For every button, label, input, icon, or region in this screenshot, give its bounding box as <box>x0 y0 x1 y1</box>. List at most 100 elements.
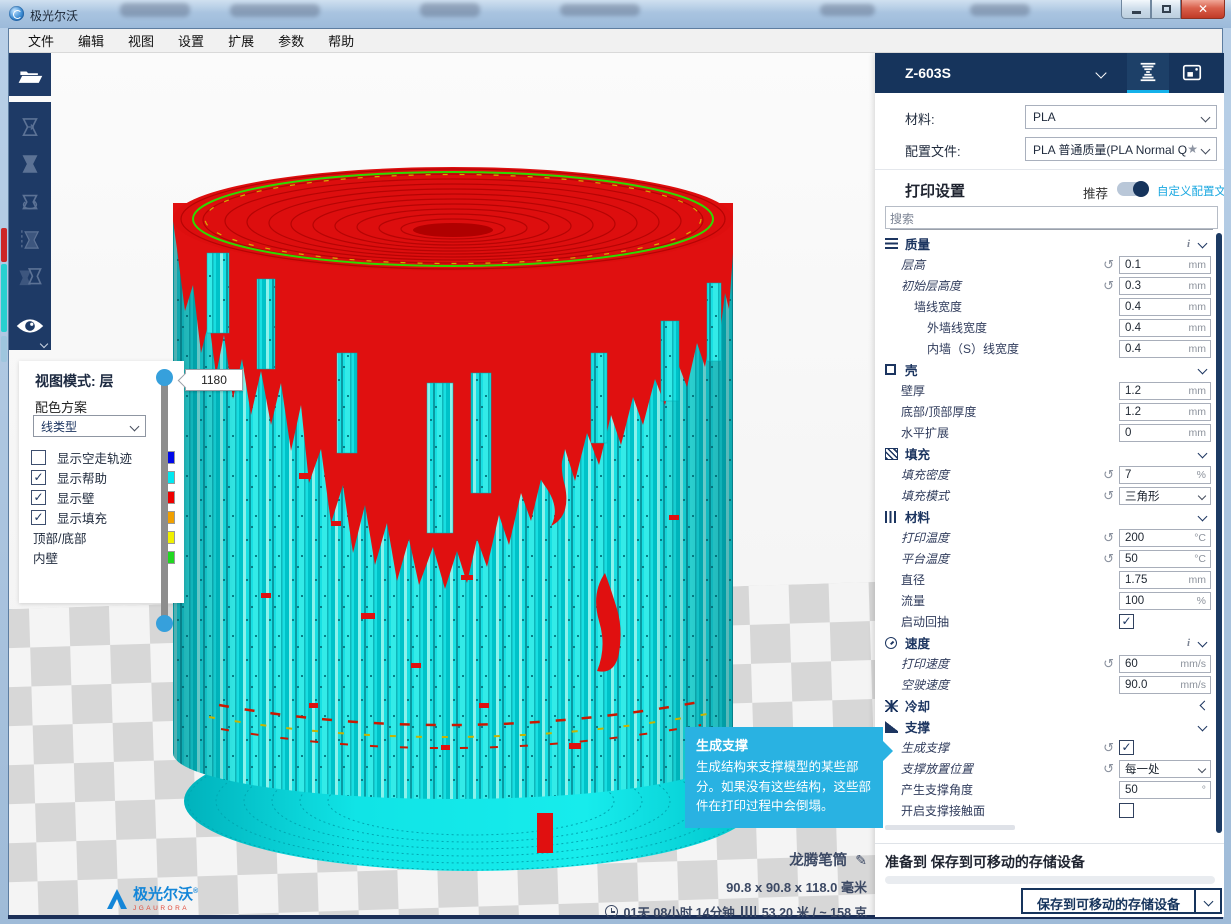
settings-scrollbar[interactable] <box>1216 233 1222 833</box>
settings-list: 质量i层高↺0.1mm初始层高度↺0.3mm墙线宽度0.4mm外墙线宽度0.4m… <box>875 233 1218 845</box>
menu-item-6[interactable]: 帮助 <box>317 28 365 53</box>
layer-slider-track[interactable] <box>161 371 168 629</box>
setting-value-select[interactable]: 三角形 <box>1119 487 1211 505</box>
maximize-button[interactable] <box>1151 0 1181 19</box>
revert-icon[interactable]: ↺ <box>1103 531 1114 544</box>
setting-value-input[interactable]: 50° <box>1119 781 1211 799</box>
setting-value: 0.1 <box>1120 259 1189 271</box>
revert-icon[interactable]: ↺ <box>1103 279 1114 292</box>
chevron-down-icon[interactable] <box>1198 722 1208 732</box>
legend-checkbox[interactable]: ✓ <box>31 490 46 505</box>
open-file-button[interactable] <box>9 53 51 96</box>
setting-value-input[interactable]: 90.0mm/s <box>1119 676 1211 694</box>
save-options-dropdown[interactable] <box>1194 890 1220 912</box>
section-header[interactable]: 冷却 <box>875 695 1218 716</box>
section-header[interactable]: 壳 <box>875 359 1218 380</box>
setting-value-input[interactable]: 0.1mm <box>1119 256 1211 274</box>
menu-item-5[interactable]: 参数 <box>267 28 315 53</box>
view-mode-button[interactable] <box>9 302 51 350</box>
setting-row: 底部/顶部厚度1.2mm <box>875 401 1218 422</box>
setting-value-input[interactable]: 50°C <box>1119 550 1211 568</box>
setting-row: 直径1.75mm <box>875 569 1218 590</box>
profile-label: 配置文件: <box>905 141 961 160</box>
menu-item-4[interactable]: 扩展 <box>217 28 265 53</box>
viewport-3d[interactable]: 视图模式: 层 配色方案 线类型 显示空走轨迹✓显示帮助✓显示壁✓显示填充顶部/… <box>9 53 1224 917</box>
layer-number-value: 1180 <box>201 373 227 387</box>
setting-value-input[interactable]: 60mm/s <box>1119 655 1211 673</box>
setting-checkbox[interactable] <box>1119 803 1134 818</box>
chevron-down-icon[interactable] <box>1198 365 1208 375</box>
setting-checkbox[interactable]: ✓ <box>1119 614 1134 629</box>
setting-value-input[interactable]: 0.4mm <box>1119 340 1211 358</box>
revert-icon[interactable]: ↺ <box>1103 552 1114 565</box>
revert-icon[interactable]: ↺ <box>1103 468 1114 481</box>
mirror-tool-icon[interactable] <box>17 227 43 253</box>
setting-value-select[interactable]: 每一处 <box>1119 760 1211 778</box>
monitor-printer-icon <box>1181 62 1203 84</box>
revert-icon[interactable]: ↺ <box>1103 657 1114 670</box>
menu-item-3[interactable]: 设置 <box>167 28 215 53</box>
setting-value-input[interactable]: 100% <box>1119 592 1211 610</box>
color-scheme-select[interactable]: 线类型 <box>33 415 146 437</box>
revert-icon[interactable]: ↺ <box>1103 258 1114 271</box>
section-header[interactable]: 速度i <box>875 632 1218 653</box>
filament-icon <box>741 906 756 918</box>
custom-profile-link[interactable]: 自定义配置文件 <box>1157 183 1224 199</box>
revert-icon[interactable]: ↺ <box>1103 762 1114 775</box>
section-header[interactable]: 质量 i <box>875 233 1218 254</box>
minimize-button[interactable] <box>1121 0 1151 19</box>
chevron-down-icon[interactable] <box>1198 512 1208 522</box>
setting-label: 打印速度 <box>901 655 949 672</box>
close-button[interactable]: ✕ <box>1181 0 1225 19</box>
setting-value-input[interactable]: 1.2mm <box>1119 382 1211 400</box>
scale-tool-icon[interactable] <box>17 151 43 177</box>
setting-value-input[interactable]: 200°C <box>1119 529 1211 547</box>
menu-item-0[interactable]: 文件 <box>17 28 65 53</box>
setting-value-input[interactable]: 0mm <box>1119 424 1211 442</box>
setting-value-input[interactable]: 1.2mm <box>1119 403 1211 421</box>
profile-select[interactable]: PLA 普通质量(PLA Normal Qua ★ <box>1025 137 1217 161</box>
section-title: 质量 <box>905 234 930 253</box>
per-model-settings-icon[interactable] <box>16 264 44 290</box>
setting-checkbox[interactable]: ✓ <box>1119 740 1134 755</box>
move-tool-icon[interactable] <box>17 114 43 140</box>
setting-value-input[interactable]: 0.4mm <box>1119 319 1211 337</box>
material-select[interactable]: PLA <box>1025 105 1217 129</box>
setting-unit: mm <box>1189 427 1211 439</box>
legend-checkbox[interactable]: ✓ <box>31 470 46 485</box>
info-icon[interactable]: i <box>1187 637 1190 649</box>
setting-value-input[interactable]: 1.75mm <box>1119 571 1211 589</box>
support-tooltip: 生成支撑 生成结构来支撑模型的某些部分。如果没有这些结构，这些部件在打印过程中会… <box>685 727 883 828</box>
menu-item-1[interactable]: 编辑 <box>67 28 115 53</box>
section-header[interactable]: 支撑 <box>875 716 1218 737</box>
setting-value-input[interactable]: 7% <box>1119 466 1211 484</box>
chevron-left-icon[interactable] <box>1200 701 1210 711</box>
section-header[interactable]: 材料 <box>875 506 1218 527</box>
tab-prepare-slice[interactable] <box>1127 53 1169 93</box>
setting-value-input[interactable]: 0.4mm <box>1119 298 1211 316</box>
setting-unit: mm <box>1189 343 1211 355</box>
edit-name-icon[interactable]: ✎ <box>855 852 867 868</box>
info-icon[interactable]: i <box>1187 238 1190 250</box>
layer-slider-upper-handle[interactable] <box>156 369 173 386</box>
menu-item-2[interactable]: 视图 <box>117 28 165 53</box>
settings-search-input[interactable]: 搜索 <box>885 206 1218 229</box>
legend-checkbox[interactable] <box>31 450 46 465</box>
chevron-down-icon[interactable] <box>1198 449 1208 459</box>
save-button[interactable]: 保存到可移动的存储设备 <box>1021 888 1222 914</box>
chevron-down-icon[interactable] <box>1198 638 1208 648</box>
setting-value-input[interactable]: 0.3mm <box>1119 277 1211 295</box>
title-bar: 极光尔沃 ✕ <box>0 0 1231 28</box>
legend-checkbox[interactable]: ✓ <box>31 510 46 525</box>
setting-value: 60 <box>1120 658 1180 670</box>
section-header[interactable]: 填充 <box>875 443 1218 464</box>
recommended-custom-toggle[interactable] <box>1117 182 1149 196</box>
layer-slider-lower-handle[interactable] <box>156 615 173 632</box>
revert-icon[interactable]: ↺ <box>1103 489 1114 502</box>
chevron-down-icon[interactable] <box>1198 239 1208 249</box>
revert-icon[interactable]: ↺ <box>1103 741 1114 754</box>
rotate-tool-icon[interactable] <box>17 189 43 215</box>
chevron-down-icon <box>1201 112 1211 122</box>
tab-monitor[interactable] <box>1171 53 1213 93</box>
chevron-down-icon[interactable] <box>1095 67 1106 78</box>
